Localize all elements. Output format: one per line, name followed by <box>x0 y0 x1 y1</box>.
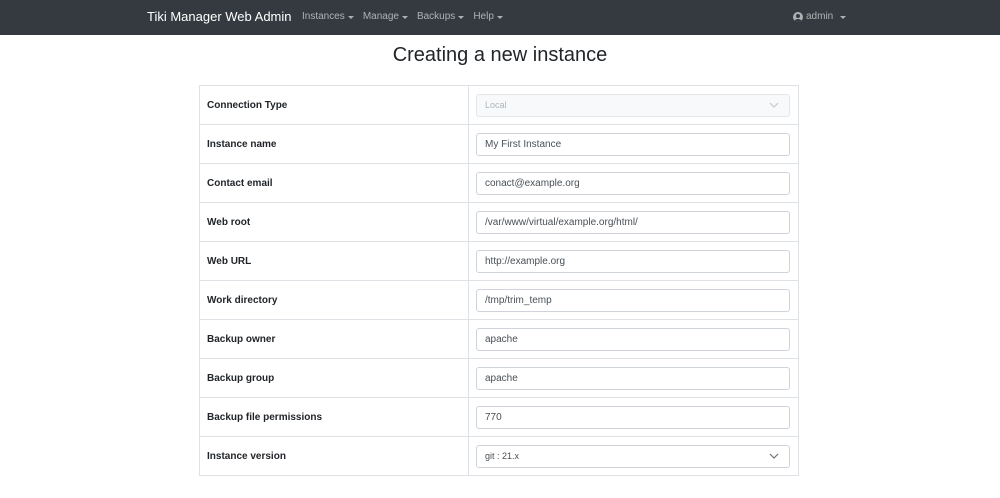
caret-down-icon <box>496 16 503 19</box>
menu-instances-label: Instances <box>302 11 345 22</box>
contact-email-label: Contact email <box>199 163 469 203</box>
form-row-contact-email: Contact email <box>199 163 799 203</box>
menu-manage-label: Manage <box>362 11 399 22</box>
form-row-instance-version: Instance version git : 21.x <box>199 436 799 476</box>
form-row-web-root: Web root <box>199 202 799 242</box>
form-row-backup-file-permissions: Backup file permissions <box>199 397 799 437</box>
caret-down-icon <box>347 16 354 19</box>
caret-down-icon <box>458 16 465 19</box>
contact-email-input[interactable] <box>476 171 790 195</box>
main-menu: Instances Manage Backups Help <box>302 10 503 24</box>
form-row-backup-owner: Backup owner <box>199 319 799 359</box>
menu-help-label: Help <box>473 11 494 22</box>
form-row-work-directory: Work directory <box>199 280 799 320</box>
menu-backups[interactable]: Backups <box>416 10 465 24</box>
caret-down-icon <box>840 16 847 19</box>
form-row-backup-group: Backup group <box>199 358 799 398</box>
form-row-connection-type: Connection Type Local <box>199 85 799 125</box>
work-directory-label: Work directory <box>199 280 469 320</box>
backup-group-input[interactable] <box>476 366 790 390</box>
backup-owner-label: Backup owner <box>199 319 469 359</box>
brand-link[interactable]: Tiki Manager Web Admin <box>147 9 292 25</box>
page-title: Creating a new instance <box>392 44 608 66</box>
user-name: admin <box>806 11 834 22</box>
backup-group-label: Backup group <box>199 358 469 398</box>
menu-help[interactable]: Help <box>473 10 503 24</box>
instance-form-table: Connection Type Local Instance name Cont… <box>199 85 799 476</box>
user-menu[interactable]: admin <box>793 10 847 24</box>
backup-file-permissions-input[interactable] <box>476 405 790 429</box>
instance-name-input[interactable] <box>476 132 790 156</box>
top-navbar: Tiki Manager Web Admin Instances Manage … <box>0 0 1000 35</box>
caret-down-icon <box>401 16 408 19</box>
form-row-web-url: Web URL <box>199 241 799 281</box>
form-row-instance-name: Instance name <box>199 124 799 164</box>
backup-owner-input[interactable] <box>476 327 790 351</box>
web-root-label: Web root <box>199 202 469 242</box>
work-directory-input[interactable] <box>476 288 790 312</box>
instance-version-value: git : 21.x <box>485 450 520 461</box>
connection-type-value: Local <box>485 99 507 110</box>
instance-version-label: Instance version <box>199 436 469 476</box>
chevron-down-icon <box>769 451 779 461</box>
instance-version-select[interactable]: git : 21.x <box>476 444 790 468</box>
menu-backups-label: Backups <box>416 11 456 22</box>
menu-instances[interactable]: Instances <box>302 10 354 24</box>
connection-type-select: Local <box>476 93 790 117</box>
web-url-label: Web URL <box>199 241 469 281</box>
web-url-input[interactable] <box>476 249 790 273</box>
instance-name-label: Instance name <box>199 124 469 164</box>
connection-type-label: Connection Type <box>199 85 469 125</box>
user-circle-icon <box>793 12 803 22</box>
web-root-input[interactable] <box>476 210 790 234</box>
chevron-down-icon <box>769 100 779 110</box>
menu-manage[interactable]: Manage <box>363 10 408 24</box>
backup-file-permissions-label: Backup file permissions <box>199 397 469 437</box>
